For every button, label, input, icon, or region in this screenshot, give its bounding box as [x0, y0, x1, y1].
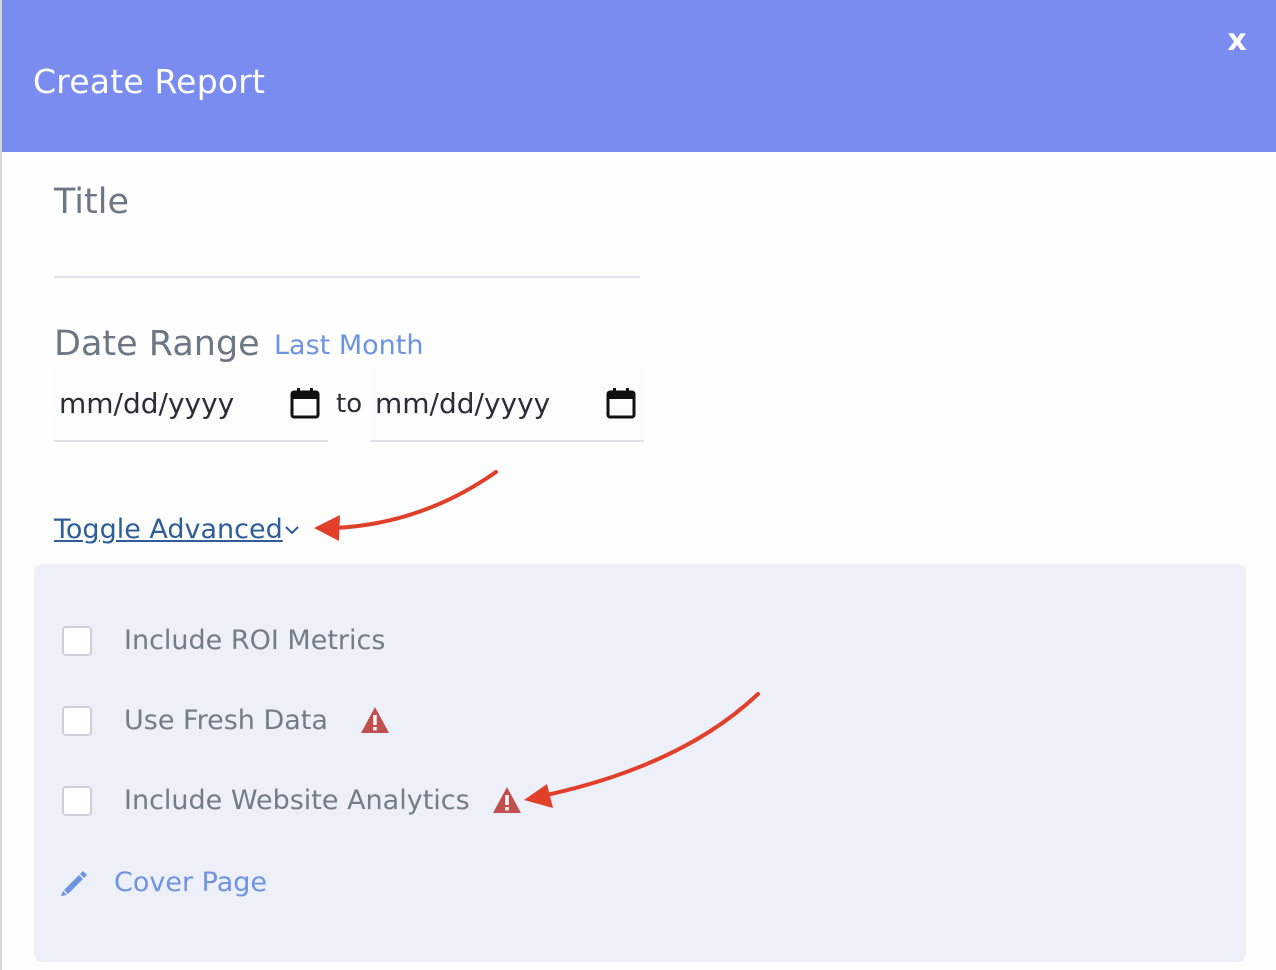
from-date-field[interactable]: mm/dd/yyyy	[54, 366, 328, 442]
last-month-link[interactable]: Last Month	[274, 328, 423, 364]
include-roi-metrics-checkbox[interactable]	[62, 626, 92, 656]
to-date-field[interactable]: mm/dd/yyyy	[370, 366, 644, 442]
create-report-dialog: Create Report x Title Date Range Last Mo…	[2, 0, 1276, 970]
close-button[interactable]: x	[1220, 24, 1254, 58]
toggle-advanced-link[interactable]: Toggle Advanced	[54, 512, 283, 548]
pencil-icon[interactable]	[60, 870, 88, 896]
cover-page-link[interactable]: Cover Page	[114, 864, 267, 902]
chevron-down-icon[interactable]	[284, 522, 300, 538]
close-icon[interactable]: x	[1227, 23, 1246, 58]
to-separator: to	[336, 389, 363, 419]
option-label: Include ROI Metrics	[124, 625, 386, 656]
date-range-label: Date Range	[54, 324, 260, 364]
include-website-analytics-checkbox[interactable]	[62, 786, 92, 816]
title-input[interactable]	[54, 230, 640, 278]
calendar-icon[interactable]	[606, 387, 636, 419]
to-date-placeholder: mm/dd/yyyy	[375, 387, 551, 420]
calendar-icon[interactable]	[290, 387, 320, 419]
option-label: Use Fresh Data	[124, 705, 328, 736]
dialog-title: Create Report	[33, 62, 266, 101]
warning-icon	[361, 707, 389, 733]
dialog-header: Create Report x	[2, 0, 1276, 152]
use-fresh-data-checkbox[interactable]	[62, 706, 92, 736]
option-label: Include Website Analytics	[124, 785, 470, 816]
from-date-placeholder: mm/dd/yyyy	[59, 387, 235, 420]
warning-icon	[493, 787, 521, 813]
title-label: Title	[54, 182, 130, 222]
